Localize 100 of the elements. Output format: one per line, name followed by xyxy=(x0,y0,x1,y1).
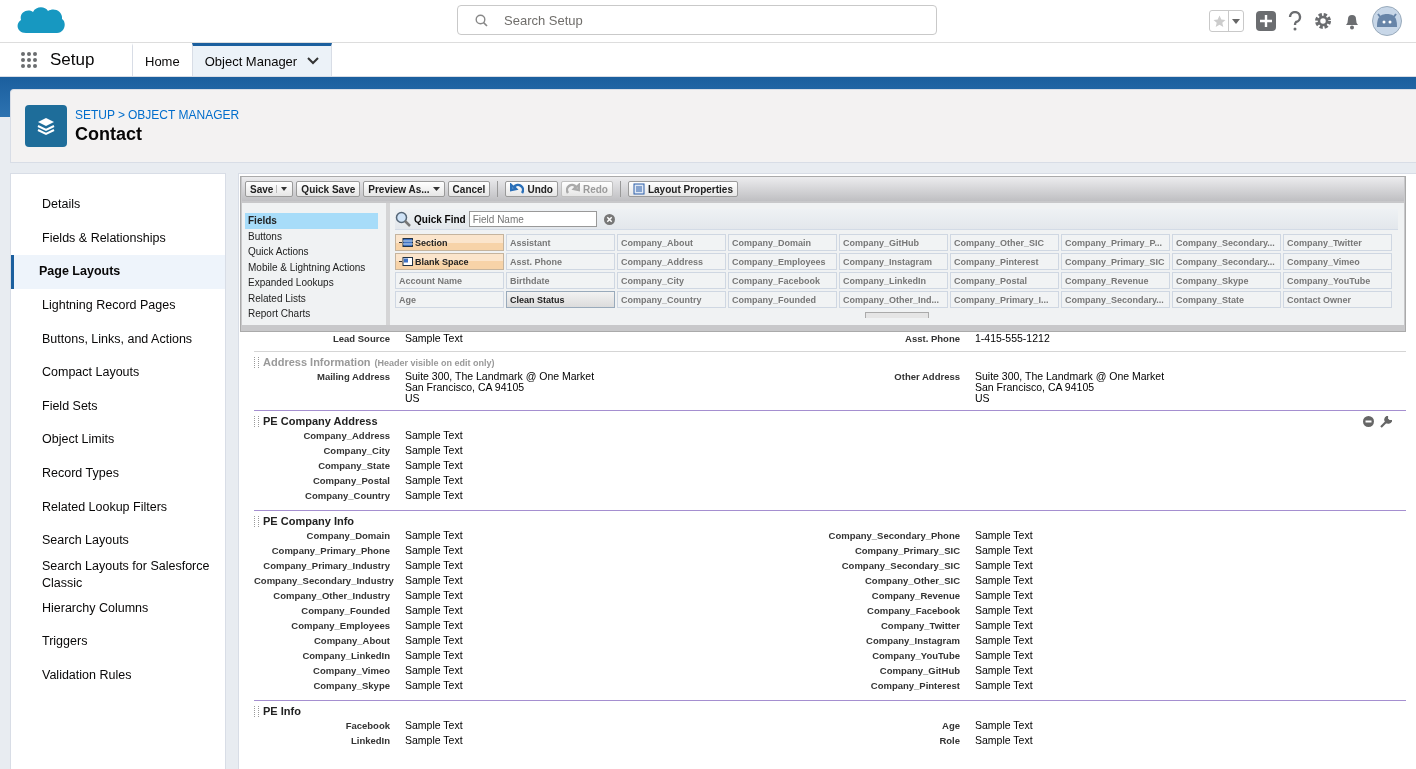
sidebar-item[interactable]: Record Types xyxy=(11,456,225,491)
field-label: Company_Domain xyxy=(305,529,390,541)
palette-field[interactable]: Company_Secondary... xyxy=(1061,291,1170,308)
search-field[interactable]: Search Setup xyxy=(457,5,937,35)
palette-field[interactable]: Company_Founded xyxy=(728,291,837,308)
sidebar-item[interactable]: Hierarchy Columns xyxy=(11,591,225,626)
favorites-button[interactable] xyxy=(1209,10,1244,32)
resize-handle[interactable] xyxy=(864,312,929,318)
toolbar-button[interactable]: Layout Properties xyxy=(627,181,738,197)
palette-field[interactable]: Company_City xyxy=(617,272,726,289)
caret-icon xyxy=(432,186,440,192)
palette-field[interactable]: Company_Other_SIC xyxy=(950,234,1059,251)
wrench-icon[interactable] xyxy=(1380,416,1392,428)
palette-field[interactable]: Company_Secondary... xyxy=(1172,234,1281,251)
palette-field[interactable]: Clean Status xyxy=(506,291,615,308)
field-label: Company_City xyxy=(322,444,390,456)
sidebar-item[interactable]: Object Limits xyxy=(11,423,225,457)
palette-category[interactable]: Expanded Lookups xyxy=(245,275,378,291)
palette-field[interactable]: Company_Facebook xyxy=(728,272,837,289)
toolbar-button[interactable]: Cancel xyxy=(447,181,491,197)
sidebar-item[interactable]: Details xyxy=(11,188,225,222)
help-icon[interactable] xyxy=(1288,11,1302,31)
sidebar-item[interactable]: Fields & Relationships xyxy=(11,221,225,256)
field-label: Company_Founded xyxy=(300,604,390,616)
palette-category[interactable]: Mobile & Lightning Actions xyxy=(245,259,378,275)
palette-field[interactable]: Company_About xyxy=(617,234,726,251)
palette-field[interactable]: Company_Country xyxy=(617,291,726,308)
field-label: Company_Primary_SIC xyxy=(853,544,960,556)
field-value: Sample Text xyxy=(405,604,464,616)
toolbar-button[interactable]: Undo xyxy=(505,181,558,197)
avatar-icon[interactable] xyxy=(1372,6,1402,36)
palette-field[interactable]: Company_Vimeo xyxy=(1283,253,1392,270)
palette-field[interactable]: Section xyxy=(395,234,504,251)
sidebar-item[interactable]: Lightning Record Pages xyxy=(11,288,225,323)
palette-field[interactable]: Company_Primary_P... xyxy=(1061,234,1170,251)
breadcrumb-link[interactable]: OBJECT MANAGER xyxy=(128,107,240,122)
palette-field[interactable]: Asst. Phone xyxy=(506,253,615,270)
sidebar-item[interactable]: Compact Layouts xyxy=(11,355,225,390)
field-value: Sample Text xyxy=(975,664,1034,676)
palette-field[interactable]: Company_Primary_I... xyxy=(950,291,1059,308)
sidebar-item[interactable]: Page Layouts xyxy=(11,255,225,289)
field-value: Sample Text xyxy=(405,429,464,441)
drag-handle[interactable] xyxy=(254,356,259,368)
palette-field[interactable]: Company_GitHub xyxy=(839,234,948,251)
palette-field[interactable]: Company_Twitter xyxy=(1283,234,1392,251)
quick-find-field[interactable]: Field Name xyxy=(468,211,597,227)
palette-category[interactable]: Buttons xyxy=(245,228,378,244)
sidebar-item[interactable]: Field Sets xyxy=(11,389,225,424)
sidebar-item[interactable]: Search Layouts xyxy=(11,523,225,558)
undo-icon xyxy=(510,183,525,195)
drag-handle[interactable] xyxy=(254,415,259,427)
settings-icon[interactable] xyxy=(1314,12,1332,30)
field-value: Sample Text xyxy=(975,649,1034,661)
palette-field[interactable]: Company_Skype xyxy=(1172,272,1281,289)
palette-field[interactable]: Company_Instagram xyxy=(839,253,948,270)
palette-field[interactable]: Company_Other_Ind... xyxy=(839,291,948,308)
sidebar-item[interactable]: Search Layouts for Salesforce Classic xyxy=(11,557,225,592)
palette-category[interactable]: Fields xyxy=(245,213,378,229)
palette-category[interactable]: Related Lists xyxy=(245,290,378,306)
toolbar-button[interactable]: Quick Save xyxy=(296,181,361,197)
palette-field[interactable]: Blank Space xyxy=(395,253,504,270)
clear-icon[interactable] xyxy=(603,213,615,225)
drag-handle[interactable] xyxy=(254,705,259,717)
notifications-icon[interactable] xyxy=(1344,12,1360,30)
palette-field[interactable]: Assistant xyxy=(506,234,615,251)
caret-icon xyxy=(276,185,289,193)
field-value: Sample Text xyxy=(975,719,1034,731)
sidebar-item[interactable]: Validation Rules xyxy=(11,658,225,693)
add-icon[interactable] xyxy=(1256,11,1276,31)
palette-category[interactable]: Report Charts xyxy=(245,306,378,322)
palette-field[interactable]: Company_Primary_SIC xyxy=(1061,253,1170,270)
palette-field[interactable]: Age xyxy=(395,291,504,308)
drag-handle[interactable] xyxy=(254,515,259,527)
field-label: Age xyxy=(941,719,960,731)
app-launcher-icon[interactable] xyxy=(20,50,38,69)
palette-field[interactable]: Birthdate xyxy=(506,272,615,289)
palette-field[interactable]: Company_YouTube xyxy=(1283,272,1392,289)
palette-field[interactable]: Company_Domain xyxy=(728,234,837,251)
palette-field[interactable]: Company_Employees xyxy=(728,253,837,270)
properties-icon xyxy=(632,183,645,195)
nav-tab[interactable]: Object Manager xyxy=(191,43,333,76)
sidebar-item[interactable]: Related Lookup Filters xyxy=(11,490,225,524)
sidebar-item[interactable]: Buttons, Links, and Actions xyxy=(11,322,225,356)
palette-field[interactable]: Company_State xyxy=(1172,291,1281,308)
toolbar-button[interactable]: Save xyxy=(245,181,294,197)
toolbar-button[interactable]: Preview As... xyxy=(363,181,445,197)
nav-tab[interactable]: Home xyxy=(132,43,192,76)
palette-field[interactable]: Company_Revenue xyxy=(1061,272,1170,289)
palette-field[interactable]: Company_Secondary... xyxy=(1172,253,1281,270)
palette-field[interactable]: Contact Owner xyxy=(1283,291,1392,308)
palette-field[interactable]: Company_Pinterest xyxy=(950,253,1059,270)
sidebar-item[interactable]: Triggers xyxy=(11,625,225,659)
field-label: Company_Pinterest xyxy=(869,679,960,691)
palette-category[interactable]: Quick Actions xyxy=(245,244,378,260)
palette-field[interactable]: Company_Postal xyxy=(950,272,1059,289)
palette-field[interactable]: Company_Address xyxy=(617,253,726,270)
palette-field[interactable]: Company_LinkedIn xyxy=(839,272,948,289)
remove-icon[interactable] xyxy=(1363,416,1374,427)
breadcrumb-link[interactable]: SETUP xyxy=(75,107,115,122)
palette-field[interactable]: Account Name xyxy=(395,272,504,289)
